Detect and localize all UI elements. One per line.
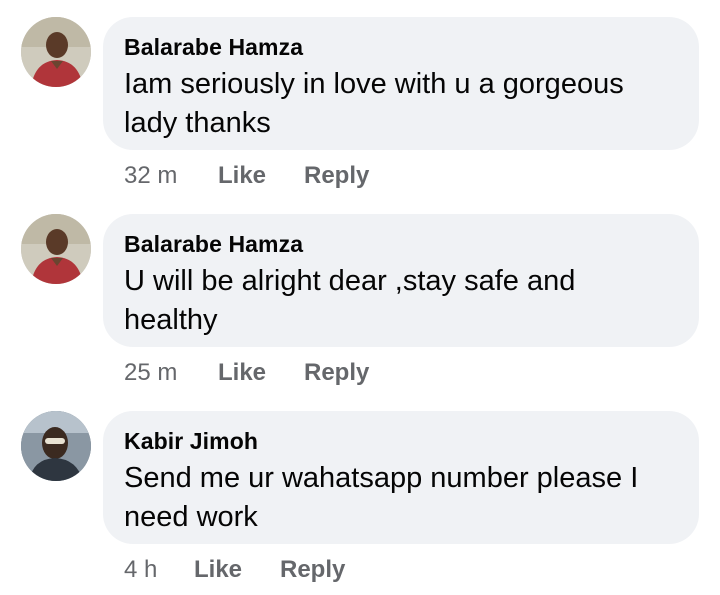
comment-bubble: Balarabe Hamza Iam seriously in love wit… <box>103 17 699 150</box>
like-button[interactable]: Like <box>194 555 242 585</box>
comment-author[interactable]: Balarabe Hamza <box>124 33 679 61</box>
comment-text: Iam seriously in love with u a gorgeous … <box>124 65 679 143</box>
reply-button[interactable]: Reply <box>304 161 369 191</box>
reply-button[interactable]: Reply <box>280 555 345 585</box>
comment-text-line: healthy <box>124 304 218 336</box>
like-button[interactable]: Like <box>218 161 266 191</box>
comment-timestamp[interactable]: 32 m <box>124 161 177 191</box>
comment-bubble: Kabir Jimoh Send me ur wahatsapp number … <box>103 411 699 544</box>
comment-bubble: Balarabe Hamza U will be alright dear ,s… <box>103 214 699 347</box>
comment-author[interactable]: Balarabe Hamza <box>124 230 679 258</box>
comment-timestamp[interactable]: 4 h <box>124 555 157 585</box>
like-button[interactable]: Like <box>218 358 266 388</box>
profile-photo-icon[interactable] <box>21 411 91 481</box>
comment-text-line: need work <box>124 501 258 533</box>
profile-photo-icon[interactable] <box>21 17 91 87</box>
comment-text-line: Iam seriously in love with u a gorgeous <box>124 68 624 100</box>
comment-timestamp[interactable]: 25 m <box>124 358 177 388</box>
comment-text: U will be alright dear ,stay safe and he… <box>124 262 679 340</box>
profile-photo-icon[interactable] <box>21 214 91 284</box>
reply-button[interactable]: Reply <box>304 358 369 388</box>
comment-author[interactable]: Kabir Jimoh <box>124 427 679 455</box>
comment-text-line: lady thanks <box>124 107 271 139</box>
comment-text-line: U will be alright dear ,stay safe and <box>124 265 576 297</box>
comment-text: Send me ur wahatsapp number please I nee… <box>124 459 679 537</box>
comment-text-line: Send me ur wahatsapp number please I <box>124 462 639 494</box>
